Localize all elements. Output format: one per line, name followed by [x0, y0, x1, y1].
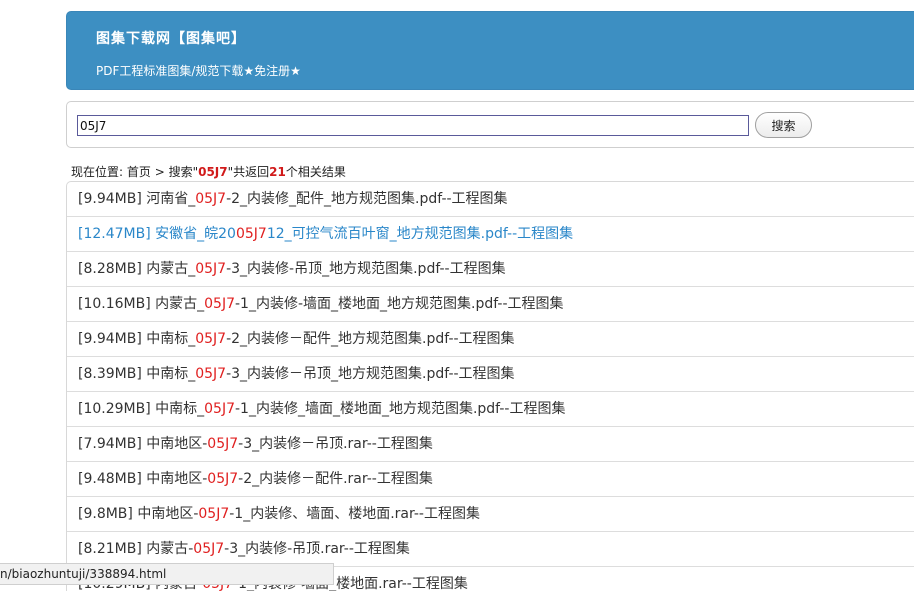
result-text: [8.21MB] 内蒙古-: [78, 541, 194, 557]
result-keyword: 05J7: [198, 506, 230, 522]
result-item[interactable]: [8.28MB] 内蒙古_05J7-3_内装修-吊顶_地方规范图集.pdf--工…: [67, 252, 914, 287]
breadcrumb-mid: "共返回: [227, 165, 270, 179]
result-text: -2_内装修－配件_地方规范图集.pdf--工程图集: [226, 331, 515, 347]
result-item[interactable]: [10.29MB] 中南标_05J7-1_内装修_墙面_楼地面_地方规范图集.p…: [67, 392, 914, 427]
result-text: [12.47MB] 安徽省_皖20: [78, 226, 236, 242]
result-text: -3_内装修-吊顶.rar--工程图集: [224, 541, 410, 557]
result-keyword: 05J7: [207, 471, 239, 487]
browser-status-bar: n/biaozhuntuji/338894.html: [0, 563, 334, 585]
result-text: [8.28MB] 内蒙古_: [78, 261, 196, 277]
result-keyword: 05J7: [195, 331, 227, 347]
result-item[interactable]: [9.94MB] 河南省_05J7-2_内装修_配件_地方规范图集.pdf--工…: [67, 182, 914, 217]
search-panel: 搜索: [66, 101, 914, 148]
site-header: 图集下载网【图集吧】 PDF工程标准图集/规范下载★免注册★: [66, 11, 914, 90]
result-text: -1_内装修_墙面_楼地面_地方规范图集.pdf--工程图集: [235, 401, 566, 417]
result-item[interactable]: [10.16MB] 内蒙古_05J7-1_内装修-墙面_楼地面_地方规范图集.p…: [67, 287, 914, 322]
result-text: -2_内装修_配件_地方规范图集.pdf--工程图集: [226, 191, 508, 207]
result-text: [9.8MB] 中南地区-: [78, 506, 199, 522]
result-text: -1_内装修-墙面_楼地面_地方规范图集.pdf--工程图集: [235, 296, 564, 312]
breadcrumb-home-link[interactable]: 首页: [127, 165, 151, 179]
result-keyword: 05J7: [207, 436, 239, 452]
breadcrumb-suffix: 个相关结果: [285, 165, 346, 179]
result-keyword: 05J7: [195, 366, 227, 382]
result-item[interactable]: [9.8MB] 中南地区-05J7-1_内装修、墙面、楼地面.rar--工程图集: [67, 497, 914, 532]
breadcrumb-prefix: 现在位置:: [71, 165, 127, 179]
result-text: [9.94MB] 中南标_: [78, 331, 196, 347]
results-list: [9.94MB] 河南省_05J7-2_内装修_配件_地方规范图集.pdf--工…: [66, 181, 914, 591]
result-text: -1_内装修、墙面、楼地面.rar--工程图集: [229, 506, 480, 522]
site-subtitle: PDF工程标准图集/规范下载★免注册★: [96, 64, 301, 78]
result-item[interactable]: [9.94MB] 中南标_05J7-2_内装修－配件_地方规范图集.pdf--工…: [67, 322, 914, 357]
site-title[interactable]: 图集下载网【图集吧】: [96, 28, 246, 48]
result-item[interactable]: [7.94MB] 中南地区-05J7-3_内装修－吊顶.rar--工程图集: [67, 427, 914, 462]
result-keyword: 05J7: [195, 191, 227, 207]
result-count: 21: [269, 165, 286, 179]
result-keyword: 05J7: [204, 401, 235, 417]
result-text: [8.39MB] 中南标_: [78, 366, 196, 382]
breadcrumb-keyword: 05J7: [198, 165, 228, 179]
result-keyword: 05J7: [204, 296, 235, 312]
search-button[interactable]: 搜索: [755, 112, 812, 138]
breadcrumb-search-label: 搜索": [168, 165, 199, 179]
result-text: -3_内装修－吊顶.rar--工程图集: [238, 436, 433, 452]
result-text: [10.16MB] 内蒙古_: [78, 296, 205, 312]
result-item[interactable]: [12.47MB] 安徽省_皖2005J712_可控气流百叶窗_地方规范图集.p…: [67, 217, 914, 252]
result-text: [9.48MB] 中南地区-: [78, 471, 208, 487]
result-text: [7.94MB] 中南地区-: [78, 436, 208, 452]
result-keyword: 05J7: [235, 226, 267, 242]
result-keyword: 05J7: [195, 261, 227, 277]
result-text: -3_内装修-吊顶_地方规范图集.pdf--工程图集: [226, 261, 506, 277]
result-item[interactable]: [9.48MB] 中南地区-05J7-2_内装修－配件.rar--工程图集: [67, 462, 914, 497]
result-text: -3_内装修－吊顶_地方规范图集.pdf--工程图集: [226, 366, 515, 382]
result-text: [10.29MB] 中南标_: [78, 401, 205, 417]
result-item[interactable]: [8.39MB] 中南标_05J7-3_内装修－吊顶_地方规范图集.pdf--工…: [67, 357, 914, 392]
breadcrumb: 现在位置: 首页 > 搜索"05J7"共返回21个相关结果: [71, 163, 346, 180]
status-url: n/biaozhuntuji/338894.html: [0, 567, 167, 581]
search-input[interactable]: [77, 115, 749, 136]
result-text: -2_内装修－配件.rar--工程图集: [238, 471, 433, 487]
result-text: 12_可控气流百叶窗_地方规范图集.pdf--工程图集: [266, 226, 574, 242]
result-item[interactable]: [8.21MB] 内蒙古-05J7-3_内装修-吊顶.rar--工程图集: [67, 532, 914, 567]
result-text: [9.94MB] 河南省_: [78, 191, 196, 207]
breadcrumb-separator: >: [150, 165, 169, 179]
result-keyword: 05J7: [193, 541, 225, 557]
